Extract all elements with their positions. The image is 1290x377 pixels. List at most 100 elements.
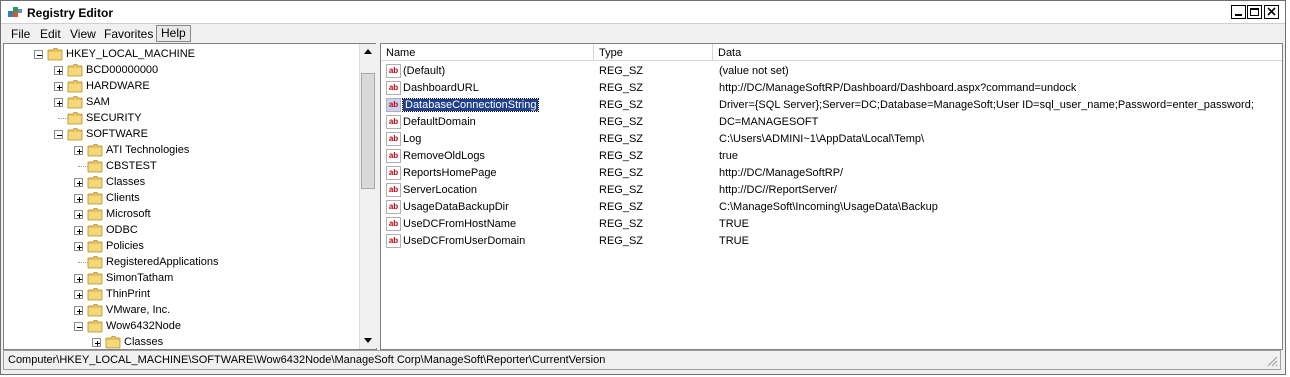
registry-values-list[interactable]: Name Type Data ab (Default) REG_SZ (value n…: [380, 43, 1283, 350]
collapse-minus-icon[interactable]: [54, 130, 63, 139]
tree-item[interactable]: BCD00000000: [4, 62, 354, 78]
tree-item[interactable]: ThinPrint: [4, 286, 354, 302]
folder-icon: [87, 192, 103, 205]
value-name: DefaultDomain: [403, 116, 476, 128]
expand-plus-icon[interactable]: [74, 226, 83, 235]
tree-item[interactable]: Classes: [4, 334, 354, 349]
tree-item[interactable]: RegisteredApplications: [4, 254, 354, 270]
value-data: C:\ManageSoft\Incoming\UsageData\Backup: [719, 201, 938, 213]
value-row[interactable]: ab DatabaseConnectionString REG_SZ Driver={…: [381, 97, 1282, 114]
value-data: (value not set): [719, 65, 789, 77]
expand-plus-icon[interactable]: [92, 338, 101, 347]
tree-item[interactable]: Policies: [4, 238, 354, 254]
scroll-up-arrow-icon[interactable]: [360, 44, 376, 60]
collapse-minus-icon[interactable]: [74, 322, 83, 331]
tree-item-label: SAM: [86, 96, 110, 108]
column-header-name[interactable]: Name: [381, 44, 594, 61]
tree-item[interactable]: HKEY_LOCAL_MACHINE: [4, 46, 354, 62]
minimize-button[interactable]: [1231, 5, 1246, 19]
value-row[interactable]: ab UsageDataBackupDir REG_SZ C:\ManageSoft\…: [381, 199, 1282, 216]
menu-view[interactable]: View: [70, 26, 96, 43]
menu-bar: File Edit View Favorites Help: [1, 24, 1285, 42]
value-row[interactable]: ab UseDCFromUserDomain REG_SZ TRUE: [381, 233, 1282, 250]
value-type: REG_SZ: [599, 99, 644, 111]
close-icon: [1267, 7, 1276, 16]
value-data: Driver={SQL Server};Server=DC;Database=M…: [719, 99, 1254, 111]
tree-item[interactable]: CBSTEST: [4, 158, 354, 174]
value-name: (Default): [403, 65, 446, 77]
window-title: Registry Editor: [27, 6, 114, 20]
close-button[interactable]: [1264, 5, 1279, 19]
value-row[interactable]: ab DashboardURL REG_SZ http://DC/ManageSoft…: [381, 80, 1282, 97]
value-data: C:\Users\ADMINI~1\AppData\Local\Temp\: [719, 133, 925, 145]
folder-icon: [87, 320, 103, 333]
expand-plus-icon[interactable]: [74, 210, 83, 219]
tree-item[interactable]: VMware, Inc.: [4, 302, 354, 318]
menu-file[interactable]: File: [11, 26, 30, 43]
registry-editor-window: Registry Editor File Edit View Favorites…: [0, 0, 1286, 375]
string-value-icon: ab: [386, 115, 401, 129]
expand-plus-icon[interactable]: [74, 290, 83, 299]
value-row[interactable]: ab (Default) REG_SZ (value not set): [381, 63, 1282, 80]
tree-item[interactable]: Clients: [4, 190, 354, 206]
column-header-data[interactable]: Data: [713, 44, 1282, 61]
folder-icon: [47, 48, 63, 61]
maximize-button[interactable]: [1247, 5, 1262, 19]
string-value-icon: ab: [386, 200, 401, 214]
expand-plus-icon[interactable]: [54, 98, 63, 107]
tree-item[interactable]: ATI Technologies: [4, 142, 354, 158]
value-data: TRUE: [719, 235, 749, 247]
value-row[interactable]: ab DefaultDomain REG_SZ DC=MANAGESOFT: [381, 114, 1282, 131]
value-name: DatabaseConnectionString: [401, 98, 540, 112]
value-name: RemoveOldLogs: [403, 150, 485, 162]
expand-plus-icon[interactable]: [54, 66, 63, 75]
folder-icon: [67, 112, 83, 125]
value-row[interactable]: ab ReportsHomePage REG_SZ http://DC/ManageS…: [381, 165, 1282, 182]
tree-item[interactable]: SimonTatham: [4, 270, 354, 286]
registry-editor-icon: [8, 7, 22, 17]
value-row[interactable]: ab UseDCFromHostName REG_SZ TRUE: [381, 216, 1282, 233]
expand-plus-icon[interactable]: [54, 82, 63, 91]
tree-item[interactable]: SECURITY: [4, 110, 354, 126]
folder-icon: [67, 96, 83, 109]
value-data: http://DC/ManageSoftRP/: [719, 167, 844, 179]
tree-item[interactable]: Classes: [4, 174, 354, 190]
menu-help[interactable]: Help: [156, 25, 191, 42]
string-value-icon: ab: [386, 234, 401, 248]
value-name: UseDCFromHostName: [403, 218, 517, 230]
tree-item-label: RegisteredApplications: [106, 256, 219, 268]
tree-vertical-scrollbar[interactable]: [359, 44, 376, 349]
expand-plus-icon[interactable]: [74, 194, 83, 203]
scroll-thumb[interactable]: [361, 73, 375, 189]
expand-plus-icon[interactable]: [74, 242, 83, 251]
string-value-icon: ab: [386, 64, 401, 78]
resize-grip-icon[interactable]: [1266, 355, 1278, 367]
registry-key-tree[interactable]: HKEY_LOCAL_MACHINE BCD00000000 HARDWARE SAM…: [3, 43, 377, 350]
string-value-icon: ab: [386, 149, 401, 163]
title-bar[interactable]: Registry Editor: [1, 1, 1285, 24]
tree-item[interactable]: Wow6432Node: [4, 318, 354, 334]
expand-plus-icon[interactable]: [74, 306, 83, 315]
folder-icon: [87, 176, 103, 189]
tree-item[interactable]: SAM: [4, 94, 354, 110]
scroll-down-arrow-icon[interactable]: [360, 332, 376, 348]
expand-plus-icon[interactable]: [74, 178, 83, 187]
expand-plus-icon[interactable]: [74, 146, 83, 155]
tree-item-label: CBSTEST: [106, 160, 157, 172]
value-name: ReportsHomePage: [403, 167, 497, 179]
collapse-minus-icon[interactable]: [34, 50, 43, 59]
value-data: TRUE: [719, 218, 749, 230]
tree-item[interactable]: ODBC: [4, 222, 354, 238]
value-row[interactable]: ab Log REG_SZ C:\Users\ADMINI~1\AppData\Loc…: [381, 131, 1282, 148]
menu-favorites[interactable]: Favorites: [104, 26, 153, 43]
tree-item[interactable]: HARDWARE: [4, 78, 354, 94]
column-header-type[interactable]: Type: [594, 44, 713, 61]
tree-item[interactable]: Microsoft: [4, 206, 354, 222]
menu-edit[interactable]: Edit: [40, 26, 61, 43]
value-name: DashboardURL: [403, 82, 479, 94]
expand-plus-icon[interactable]: [74, 274, 83, 283]
value-row[interactable]: ab ServerLocation REG_SZ http://DC//ReportS…: [381, 182, 1282, 199]
folder-icon: [87, 256, 103, 269]
tree-item[interactable]: SOFTWARE: [4, 126, 354, 142]
value-row[interactable]: ab RemoveOldLogs REG_SZ true: [381, 148, 1282, 165]
